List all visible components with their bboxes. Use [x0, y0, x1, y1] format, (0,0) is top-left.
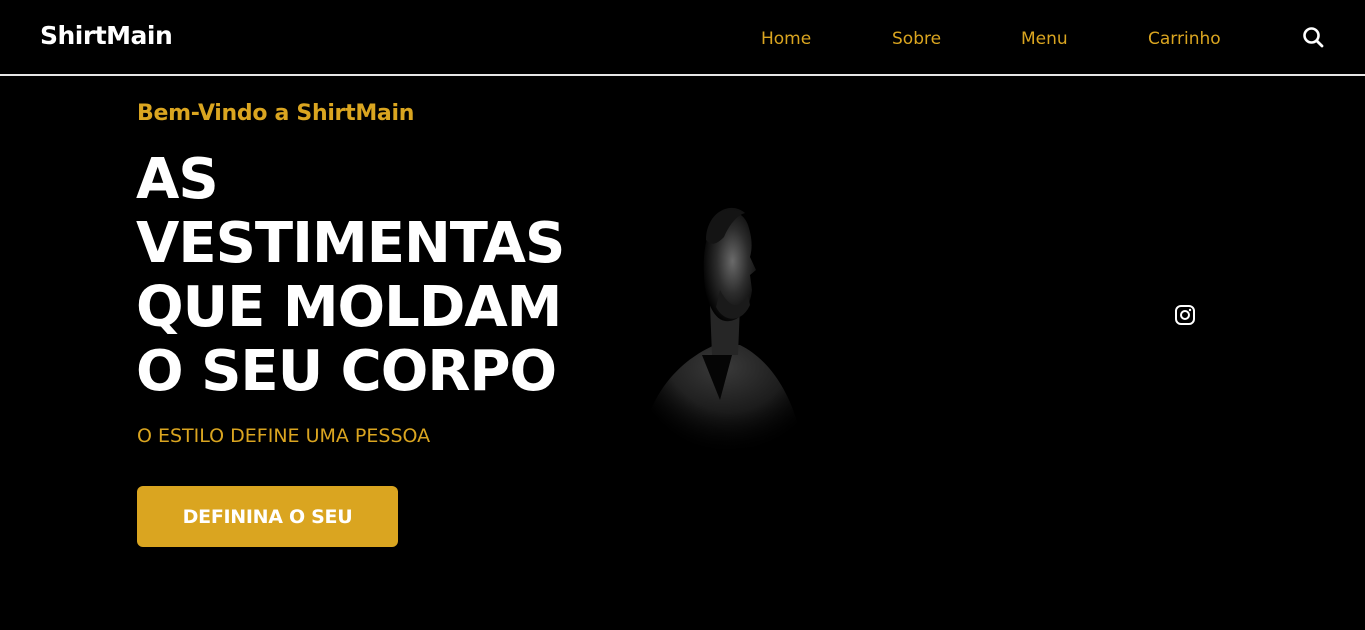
cta-button[interactable]: DEFININA O SEU [137, 486, 398, 547]
page: ShirtMain Home Sobre Menu Carrinho Bem-V… [0, 0, 1365, 630]
nav-link-sobre[interactable]: Sobre [892, 27, 941, 51]
nav-link-home[interactable]: Home [761, 27, 811, 51]
hero-headline: AS VESTIMENTAS QUE MOLDAM O SEU CORPO [136, 148, 616, 404]
welcome-text: Bem-Vindo a ShirtMain [137, 101, 415, 126]
logo[interactable]: ShirtMain [40, 19, 173, 53]
nav-link-carrinho[interactable]: Carrinho [1148, 27, 1221, 51]
hero-subtitle: O ESTILO DEFINE UMA PESSOA [137, 425, 431, 447]
instagram-link[interactable] [1174, 304, 1196, 326]
header: ShirtMain Home Sobre Menu Carrinho [0, 0, 1365, 76]
headline-line: AS [136, 147, 219, 212]
hero-image [620, 195, 820, 455]
search-icon [1303, 27, 1324, 48]
instagram-icon [1175, 305, 1195, 325]
headline-line: QUE MOLDAM [136, 275, 562, 340]
search-button[interactable] [1301, 25, 1325, 49]
nav-link-menu[interactable]: Menu [1021, 27, 1068, 51]
headline-line: VESTIMENTAS [136, 211, 565, 276]
headline-line: O SEU CORPO [136, 339, 557, 404]
